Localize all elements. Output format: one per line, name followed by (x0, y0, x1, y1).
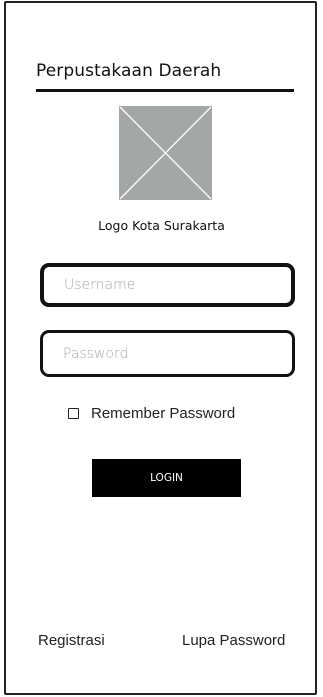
username-input[interactable] (40, 263, 295, 307)
logo-caption: Logo Kota Surakarta (98, 218, 225, 233)
image-placeholder-icon (119, 106, 212, 200)
password-input[interactable] (40, 330, 295, 377)
remember-password-option[interactable]: Remember Password (68, 403, 235, 423)
login-button[interactable]: LOGIN (92, 459, 241, 497)
forgot-password-link[interactable]: Lupa Password (182, 632, 285, 649)
remember-label: Remember Password (91, 404, 236, 422)
title-underline (36, 89, 294, 92)
page-title: Perpustakaan Daerah (36, 61, 222, 81)
remember-checkbox[interactable] (68, 407, 79, 419)
register-link[interactable]: Registrasi (38, 632, 105, 649)
